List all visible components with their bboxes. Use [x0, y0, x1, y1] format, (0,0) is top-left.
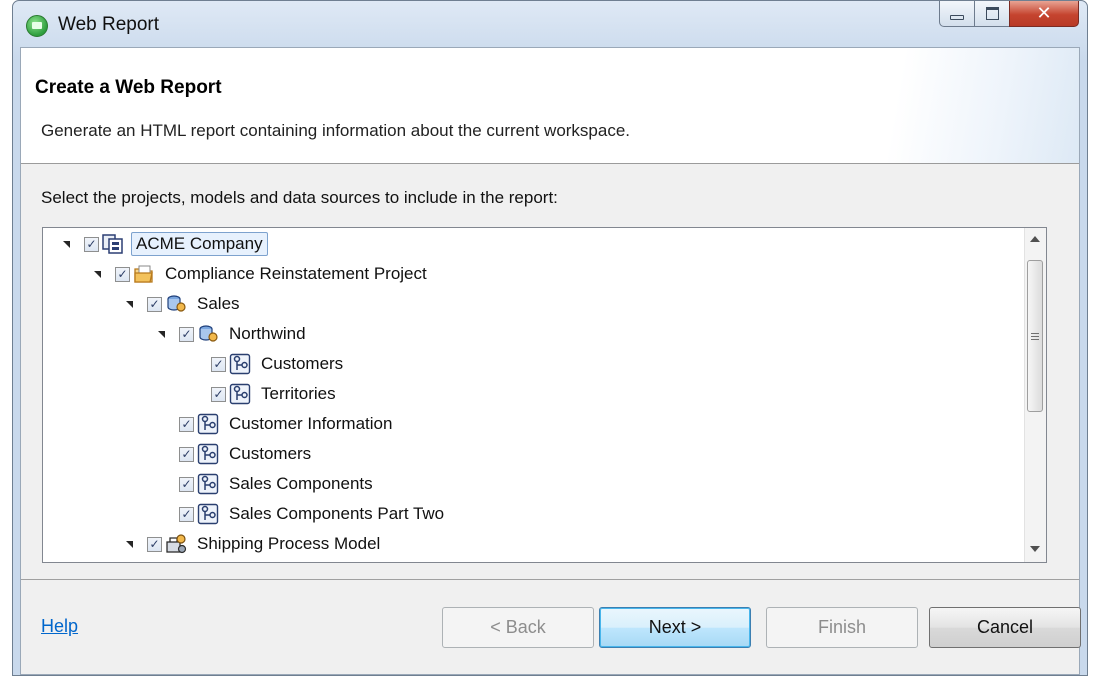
minimize-icon	[950, 15, 964, 20]
app-icon	[26, 15, 48, 37]
model-icon	[197, 473, 219, 495]
tree-node-customers[interactable]: ✓ Customers	[211, 350, 346, 378]
collapse-arrow-icon	[62, 240, 70, 248]
maximize-button[interactable]	[974, 1, 1010, 27]
selection-tree[interactable]: ✓ ACME Company ✓ Compliance Reinstatemen…	[42, 227, 1047, 563]
node-checkbox[interactable]: ✓	[211, 386, 226, 402]
next-button[interactable]: Next >	[599, 607, 751, 648]
tree-node-sales-components-part-two[interactable]: ✓ Sales Components Part Two	[179, 500, 447, 528]
expand-toggle[interactable]	[90, 270, 104, 278]
close-button[interactable]: ✕	[1009, 1, 1079, 27]
node-checkbox[interactable]: ✓	[179, 416, 194, 432]
help-link[interactable]: Help	[41, 616, 78, 637]
expand-toggle[interactable]	[122, 300, 136, 308]
model-icon	[197, 503, 219, 525]
close-icon: ✕	[1036, 3, 1052, 23]
scroll-down-arrow-icon[interactable]	[1030, 546, 1040, 552]
tree-instructions: Select the projects, models and data sou…	[41, 188, 558, 207]
collapse-arrow-icon	[157, 330, 165, 338]
tree-node-northwind[interactable]: ✓ Northwind	[154, 320, 309, 348]
node-checkbox[interactable]: ✓	[115, 266, 130, 282]
wizard-header: Create a Web Report Generate an HTML rep…	[21, 48, 1079, 164]
expand-toggle[interactable]	[154, 330, 168, 338]
page-title: Create a Web Report	[35, 77, 222, 98]
tree-node-acme-company[interactable]: ✓ ACME Company	[59, 230, 268, 258]
tree-node-customer-information[interactable]: ✓ Customer Information	[179, 410, 395, 438]
tree-node-compliance-project[interactable]: ✓ Compliance Reinstatement Project	[90, 260, 430, 288]
tree-vertical-scrollbar[interactable]	[1024, 228, 1046, 562]
node-checkbox[interactable]: ✓	[211, 356, 226, 372]
expand-toggle[interactable]	[59, 240, 73, 248]
scroll-up-arrow-icon[interactable]	[1030, 236, 1040, 242]
model-icon	[197, 413, 219, 435]
wizard-body: Select the projects, models and data sou…	[21, 164, 1079, 580]
title-bar[interactable]: Web Report ✕	[13, 1, 1087, 47]
node-label: Sales Components Part Two	[229, 504, 445, 523]
web-report-dialog: Web Report ✕ Create a Web Report Generat…	[12, 0, 1088, 676]
node-label: Sales	[197, 294, 240, 313]
model-icon	[197, 443, 219, 465]
node-label: Compliance Reinstatement Project	[165, 264, 427, 283]
tree-node-sales[interactable]: ✓ Sales	[122, 290, 243, 318]
workspace-icon	[102, 234, 123, 254]
data-source-icon	[199, 325, 218, 342]
model-icon	[229, 383, 251, 405]
back-button[interactable]: < Back	[442, 607, 594, 648]
node-label: Sales Components	[229, 474, 373, 493]
data-source-icon	[167, 295, 186, 312]
finish-button[interactable]: Finish	[766, 607, 918, 648]
node-checkbox[interactable]: ✓	[147, 536, 162, 552]
node-checkbox[interactable]: ✓	[147, 296, 162, 312]
node-label: ACME Company	[131, 232, 268, 256]
page-description: Generate an HTML report containing infor…	[41, 121, 631, 140]
minimize-button[interactable]	[939, 1, 975, 27]
expand-toggle[interactable]	[122, 540, 136, 548]
node-label: Territories	[261, 384, 336, 403]
tree-node-shipping-process-model[interactable]: ✓ Shipping Process Model	[122, 530, 383, 558]
node-label: Northwind	[229, 324, 306, 343]
scrollbar-thumb[interactable]	[1027, 260, 1043, 412]
tree-node-customers-2[interactable]: ✓ Customers	[179, 440, 314, 468]
node-checkbox[interactable]: ✓	[179, 476, 194, 492]
process-model-icon	[166, 534, 187, 554]
tree-node-territories[interactable]: ✓ Territories	[211, 380, 339, 408]
grip-icon	[1031, 332, 1039, 340]
dialog-content: Create a Web Report Generate an HTML rep…	[20, 47, 1081, 675]
collapse-arrow-icon	[93, 270, 101, 278]
window-title: Web Report	[58, 14, 160, 35]
node-label: Customer Information	[229, 414, 393, 433]
tree-node-sales-components[interactable]: ✓ Sales Components	[179, 470, 376, 498]
cancel-button[interactable]: Cancel	[929, 607, 1081, 648]
node-label: Customers	[261, 354, 344, 373]
collapse-arrow-icon	[125, 540, 133, 548]
window-controls: ✕	[939, 1, 1079, 29]
node-label: Customers	[229, 444, 312, 463]
node-checkbox[interactable]: ✓	[179, 446, 194, 462]
node-label: Shipping Process Model	[197, 534, 381, 553]
maximize-icon	[985, 7, 999, 20]
project-folder-icon	[134, 265, 153, 283]
wizard-footer: Help < Back Next > Finish Cancel	[21, 580, 1081, 674]
node-checkbox[interactable]: ✓	[179, 506, 194, 522]
collapse-arrow-icon	[125, 300, 133, 308]
model-icon	[229, 353, 251, 375]
node-checkbox[interactable]: ✓	[84, 236, 99, 252]
node-checkbox[interactable]: ✓	[179, 326, 194, 342]
